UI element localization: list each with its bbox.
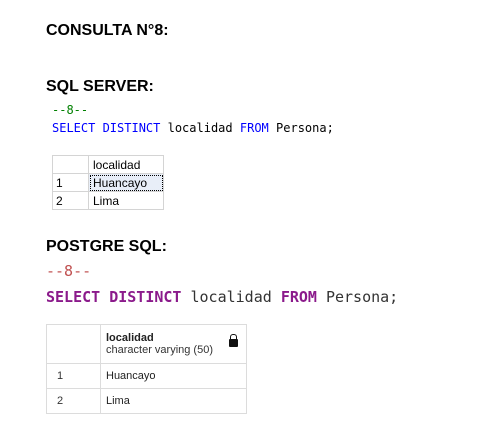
sql-server-heading: SQL SERVER:	[46, 78, 154, 95]
query-column: localidad	[190, 288, 272, 306]
table-row: 2 Lima	[46, 388, 247, 414]
column-header-localidad[interactable]: localidad character varying (50)	[100, 324, 247, 364]
cell-value[interactable]: Huancayo	[88, 173, 164, 192]
column-type: character varying (50)	[106, 344, 213, 356]
grid-header-row: localidad	[52, 155, 164, 174]
query-column: localidad	[167, 121, 233, 135]
keyword-from: FROM	[280, 288, 317, 306]
keyword-from: FROM	[239, 121, 269, 135]
cell-value[interactable]: Huancayo	[100, 363, 247, 389]
sql-server-results-grid: localidad 1 Huancayo 2 Lima	[52, 155, 164, 210]
cell-value[interactable]: Lima	[100, 388, 247, 414]
cell-value[interactable]: Lima	[88, 191, 164, 210]
query-table: Persona;	[325, 288, 399, 306]
row-number[interactable]: 2	[52, 191, 89, 210]
grid-header-row: localidad character varying (50)	[46, 324, 247, 364]
row-number-header[interactable]	[52, 155, 89, 174]
keyword-select-distinct: SELECT DISTINCT	[46, 288, 182, 306]
postgres-heading: POSTGRE SQL:	[46, 238, 167, 255]
row-number[interactable]: 2	[46, 388, 101, 414]
column-header-localidad[interactable]: localidad	[88, 155, 164, 174]
sql-server-comment: --8--	[52, 103, 89, 117]
row-number[interactable]: 1	[46, 363, 101, 389]
table-row: 1 Huancayo	[46, 363, 247, 389]
keyword-select-distinct: SELECT DISTINCT	[52, 121, 161, 135]
postgres-comment: --8--	[46, 262, 92, 280]
column-name: localidad	[106, 332, 154, 344]
postgres-results-grid: localidad character varying (50) 1 Huanc…	[46, 324, 247, 414]
query-table: Persona;	[276, 121, 334, 135]
table-row: 1 Huancayo	[52, 173, 164, 192]
sql-server-query: SELECT DISTINCT localidad FROM Persona;	[52, 121, 334, 135]
row-number-header[interactable]	[46, 324, 101, 364]
page-title: CONSULTA N°8:	[46, 22, 169, 39]
row-number[interactable]: 1	[52, 173, 89, 192]
table-row: 2 Lima	[52, 191, 164, 210]
lock-icon	[229, 334, 238, 347]
postgres-query: SELECT DISTINCT localidad FROM Persona;	[46, 288, 398, 306]
